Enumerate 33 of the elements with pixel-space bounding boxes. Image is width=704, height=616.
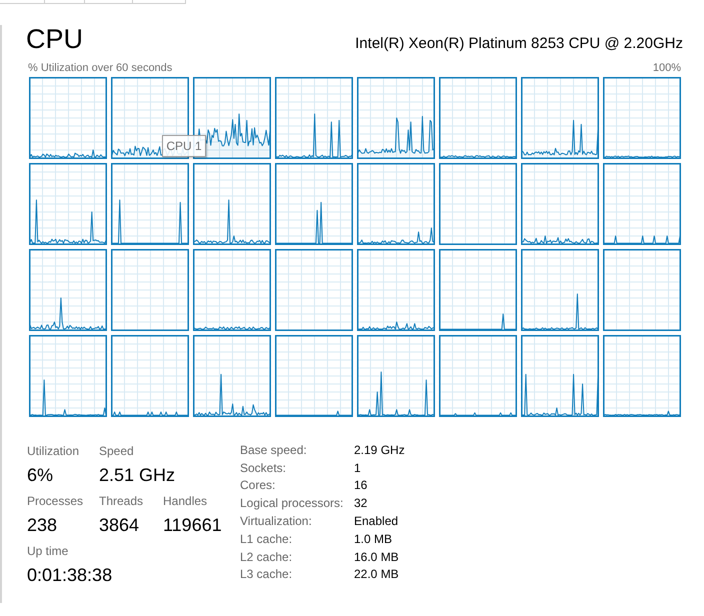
detail-label: L3 cache: xyxy=(240,567,294,582)
stat-value: 0:01:38:38 xyxy=(27,564,112,586)
detail-label: Sockets: xyxy=(240,460,288,475)
detail-value: 32 xyxy=(354,496,368,510)
detail-value: 16 xyxy=(354,478,368,492)
detail-value: 1 xyxy=(354,460,362,475)
detail-label: Logical processors: xyxy=(240,496,344,510)
stat-value: 238 xyxy=(27,514,58,536)
stat-value: 6% xyxy=(27,464,54,486)
graph-max-label: 100% xyxy=(652,62,681,75)
detail-label: Base speed: xyxy=(240,442,308,457)
detail-label: L2 cache: xyxy=(240,550,294,564)
detail-label: L1 cache: xyxy=(240,532,294,546)
detail-label: Virtualization: xyxy=(240,514,313,528)
detail-value: 1.0 MB xyxy=(354,532,394,546)
stat-value: 3864 xyxy=(99,514,140,536)
detail-value: 16.0 MB xyxy=(354,550,400,564)
detail-value: 22.0 MB xyxy=(354,567,400,582)
stat-label: Handles xyxy=(163,494,208,508)
detail-value: 2.19 GHz xyxy=(354,442,405,457)
stat-value: 119661 xyxy=(163,514,222,536)
detail-value: Enabled xyxy=(354,514,400,528)
processor-name: Intel(R) Xeon(R) Platinum 8253 CPU @ 2.20GHz xyxy=(355,35,683,53)
cpu-heading: CPU xyxy=(26,24,84,55)
stat-label: Processes xyxy=(27,494,84,508)
stat-label: Utilization xyxy=(27,444,80,458)
tooltip: CPU 1 xyxy=(162,135,206,157)
stat-value: 2.51 GHz xyxy=(99,464,176,486)
graph-caption: % Utilization over 60 seconds xyxy=(28,62,172,75)
stat-label: Speed xyxy=(99,444,135,458)
stat-label: Up time xyxy=(27,544,70,558)
stat-label: Threads xyxy=(99,494,144,508)
detail-label: Cores: xyxy=(240,478,276,492)
